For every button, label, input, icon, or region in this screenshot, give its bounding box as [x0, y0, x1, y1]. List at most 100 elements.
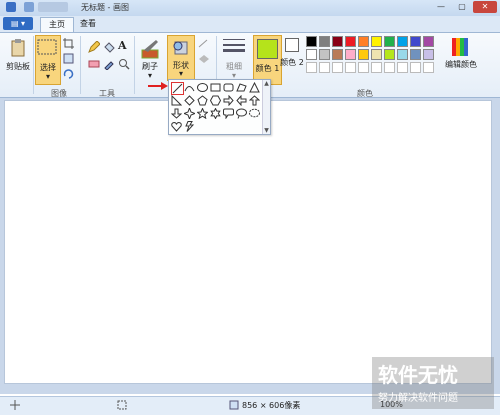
- maximize-button[interactable]: ▢: [452, 1, 472, 13]
- drawing-canvas[interactable]: [4, 100, 492, 384]
- four-point-star-shape-icon[interactable]: [184, 108, 195, 119]
- chevron-down-icon[interactable]: ▾: [137, 71, 163, 80]
- right-triangle-shape-icon[interactable]: [171, 95, 182, 106]
- palette-swatch[interactable]: [371, 49, 382, 60]
- color1-button[interactable]: 颜色 1: [253, 35, 282, 85]
- oval-callout-shape-icon[interactable]: [236, 108, 247, 119]
- palette-swatch[interactable]: [345, 36, 356, 47]
- palette-swatch[interactable]: [358, 49, 369, 60]
- palette-swatch[interactable]: [332, 36, 343, 47]
- shapes-scrollbar[interactable]: ▲ ▼: [262, 80, 270, 134]
- watermark-subtitle: 努力解决软件问题: [378, 393, 458, 404]
- palette-swatch[interactable]: [384, 62, 395, 73]
- cloud-callout-shape-icon[interactable]: [249, 108, 260, 119]
- edit-colors-label[interactable]: 编辑颜色: [441, 59, 481, 70]
- color-picker-icon[interactable]: [103, 58, 115, 70]
- group-separator: [80, 36, 81, 94]
- fill-style-icon[interactable]: [198, 54, 212, 64]
- text-icon[interactable]: A: [118, 39, 127, 52]
- left-arrow-shape-icon[interactable]: [236, 95, 247, 106]
- hexagon-shape-icon[interactable]: [210, 95, 221, 106]
- select-icon: [37, 39, 57, 55]
- clipboard-icon[interactable]: [10, 39, 26, 57]
- tab-home[interactable]: 主页: [40, 17, 74, 32]
- selection-size-icon: [117, 400, 127, 410]
- palette-swatch[interactable]: [410, 36, 421, 47]
- tab-view[interactable]: 查看: [72, 17, 104, 31]
- palette-swatch[interactable]: [319, 36, 330, 47]
- close-button[interactable]: ✕: [473, 1, 497, 13]
- palette-swatch[interactable]: [332, 62, 343, 73]
- scroll-up-icon[interactable]: ▲: [263, 80, 270, 87]
- size-icon[interactable]: [223, 38, 245, 56]
- minimize-button[interactable]: —: [431, 1, 451, 13]
- line-shape-icon[interactable]: [171, 82, 184, 95]
- eraser-icon[interactable]: [88, 58, 100, 70]
- save-icon[interactable]: [24, 2, 34, 12]
- up-arrow-shape-icon[interactable]: [249, 95, 260, 106]
- brush-icon[interactable]: [140, 38, 160, 60]
- lightning-shape-icon[interactable]: [184, 121, 195, 132]
- palette-swatch[interactable]: [410, 49, 421, 60]
- heart-shape-icon[interactable]: [171, 121, 182, 132]
- group-separator: [33, 36, 34, 94]
- magnifier-icon[interactable]: [118, 58, 130, 70]
- pentagon-shape-icon[interactable]: [197, 95, 208, 106]
- palette-swatch[interactable]: [410, 62, 421, 73]
- color1-swatch: [257, 39, 278, 59]
- palette-swatch[interactable]: [345, 62, 356, 73]
- palette-swatch[interactable]: [397, 62, 408, 73]
- palette-swatch[interactable]: [397, 36, 408, 47]
- palette-swatch[interactable]: [319, 49, 330, 60]
- palette-swatch[interactable]: [306, 49, 317, 60]
- palette-swatch[interactable]: [306, 62, 317, 73]
- palette-swatch[interactable]: [371, 62, 382, 73]
- scroll-down-icon[interactable]: ▼: [263, 127, 270, 134]
- palette-swatch[interactable]: [345, 49, 356, 60]
- curve-shape-icon[interactable]: [184, 82, 195, 93]
- rounded-rectangle-shape-icon[interactable]: [223, 82, 234, 93]
- shapes-button[interactable]: 形状 ▾: [167, 35, 195, 81]
- down-arrow-shape-icon[interactable]: [171, 108, 182, 119]
- rotate-icon[interactable]: [63, 68, 77, 79]
- resize-icon[interactable]: [63, 53, 74, 64]
- watermark-title: 软件无忧: [378, 363, 458, 387]
- window-title: 无标题 - 画图: [81, 3, 129, 12]
- palette-swatch[interactable]: [384, 36, 395, 47]
- palette-swatch[interactable]: [358, 36, 369, 47]
- select-button[interactable]: 选择 ▾: [35, 35, 61, 85]
- paint-app-icon[interactable]: [6, 2, 16, 12]
- palette-swatch[interactable]: [306, 36, 317, 47]
- diamond-shape-icon[interactable]: [184, 95, 195, 106]
- palette-swatch[interactable]: [371, 36, 382, 47]
- triangle-shape-icon[interactable]: [249, 82, 260, 93]
- color2-button[interactable]: 颜色 2: [280, 38, 304, 82]
- oval-shape-icon[interactable]: [197, 82, 208, 93]
- six-point-star-shape-icon[interactable]: [210, 108, 221, 119]
- polygon-shape-icon[interactable]: [236, 82, 247, 93]
- rectangle-shape-icon[interactable]: [210, 82, 221, 93]
- rounded-callout-shape-icon[interactable]: [223, 108, 234, 119]
- palette-swatch[interactable]: [423, 36, 434, 47]
- color2-swatch: [285, 38, 299, 52]
- palette-swatch[interactable]: [397, 49, 408, 60]
- right-arrow-shape-icon[interactable]: [223, 95, 234, 106]
- palette-swatch[interactable]: [332, 49, 343, 60]
- pencil-icon[interactable]: [88, 41, 100, 53]
- palette-swatch[interactable]: [319, 62, 330, 73]
- annotation-arrow: [148, 82, 168, 90]
- paste-label[interactable]: 剪贴板: [4, 61, 32, 72]
- five-point-star-shape-icon[interactable]: [197, 108, 208, 119]
- palette-swatch[interactable]: [423, 62, 434, 73]
- fill-icon[interactable]: [103, 41, 115, 53]
- quick-access-toolbar[interactable]: [38, 2, 68, 12]
- palette-swatch[interactable]: [358, 62, 369, 73]
- palette-swatch[interactable]: [423, 49, 434, 60]
- canvas-area: [0, 98, 500, 394]
- paint-menu-button[interactable]: ▤ ▾: [3, 17, 33, 30]
- group-separator: [134, 36, 135, 94]
- palette-swatch[interactable]: [384, 49, 395, 60]
- edit-colors-icon[interactable]: [452, 38, 470, 56]
- outline-icon[interactable]: [198, 39, 212, 49]
- crop-icon[interactable]: [63, 38, 74, 49]
